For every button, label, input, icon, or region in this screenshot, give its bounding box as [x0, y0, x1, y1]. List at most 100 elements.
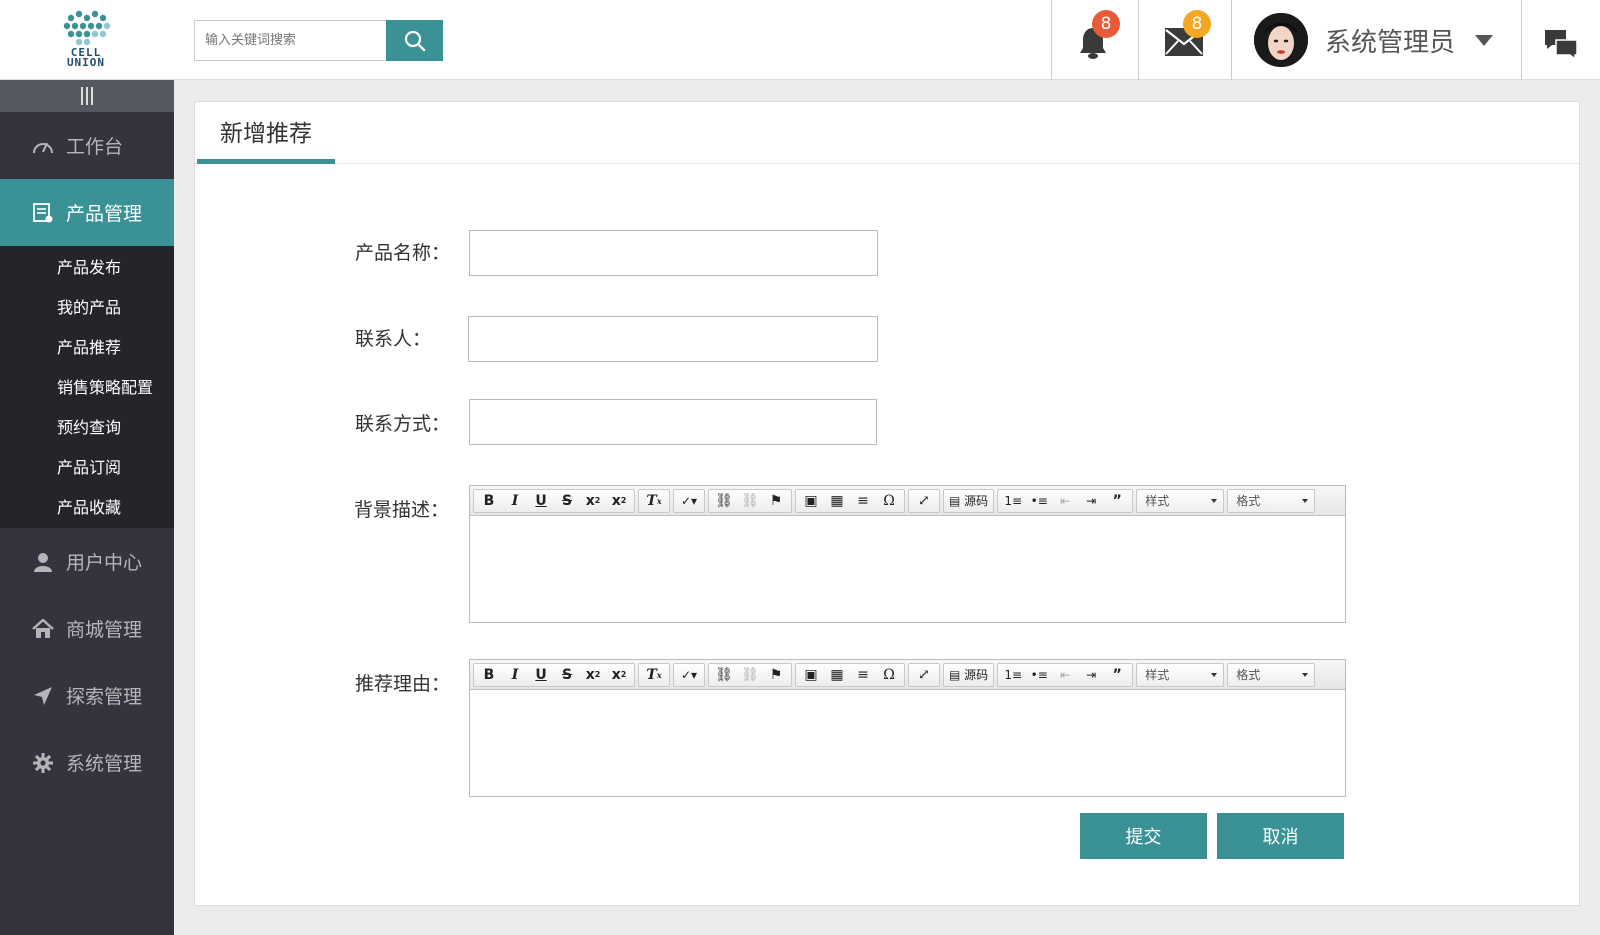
submenu-item-reservation-query[interactable]: 预约查询 [0, 408, 174, 448]
search-button[interactable] [386, 20, 443, 61]
submenu-item-product-favorites[interactable]: 产品收藏 [0, 488, 174, 528]
submenu-item-sales-strategy[interactable]: 销售策略配置 [0, 368, 174, 408]
user-avatar[interactable] [1254, 13, 1308, 67]
underline-icon[interactable]: U [528, 490, 554, 512]
indent-icon[interactable]: ⇥ [1078, 490, 1104, 512]
table-icon[interactable]: ▦ [824, 664, 850, 686]
sidebar-item-mall-management[interactable]: 商城管理 [0, 595, 174, 662]
notification-count-badge: 8 [1092, 10, 1120, 38]
product-submenu: 产品发布 我的产品 产品推荐 销售策略配置 预约查询 产品订阅 产品收藏 [0, 246, 174, 528]
bold-icon[interactable]: B [476, 490, 502, 512]
anchor-flag-icon[interactable]: ⚑ [763, 490, 789, 512]
image-icon[interactable]: ▣ [798, 490, 824, 512]
source-button[interactable]: ▤ 源码 [946, 490, 991, 512]
maximize-icon[interactable]: ⤢ [911, 490, 937, 512]
sidebar: 工作台 产品管理 产品发布 我的产品 产品推荐 销售策略配置 预约查询 产品订阅… [0, 80, 174, 935]
editor-toolbar: B I U S x2 x2 Tx ✓▾ ⛓ ⛓ ⚑ ▣ ▦ ≡ Ω ⤢ ▤ 源码 [470, 660, 1345, 690]
submenu-item-product-recommend[interactable]: 产品推荐 [0, 328, 174, 368]
superscript-icon[interactable]: x2 [606, 664, 632, 686]
table-icon[interactable]: ▦ [824, 490, 850, 512]
user-icon [32, 551, 54, 573]
background-description-editor: B I U S x2 x2 Tx ✓▾ ⛓ ⛓ ⚑ ▣ ▦ ≡ Ω ⤢ ▤ 源码 [469, 485, 1346, 623]
spellcheck-icon[interactable]: ✓▾ [676, 664, 702, 686]
unlink-icon[interactable]: ⛓ [737, 664, 763, 686]
recommend-reason-content[interactable] [470, 690, 1345, 796]
underline-icon[interactable]: U [528, 664, 554, 686]
strikethrough-icon[interactable]: S [554, 490, 580, 512]
cancel-button[interactable]: 取消 [1217, 813, 1344, 859]
style-select-label: 样式 [1145, 668, 1170, 682]
contact-input[interactable] [468, 316, 878, 362]
indent-icon[interactable]: ⇥ [1078, 664, 1104, 686]
product-list-icon [32, 202, 54, 224]
blockquote-icon[interactable]: ” [1104, 490, 1130, 512]
remove-format-icon[interactable]: Tx [641, 490, 667, 512]
horizontal-line-icon[interactable]: ≡ [850, 664, 876, 686]
product-name-input[interactable] [469, 230, 878, 276]
format-select[interactable]: 格式 [1227, 662, 1316, 687]
chevron-down-icon [1302, 498, 1309, 503]
outdent-icon[interactable]: ⇤ [1052, 490, 1078, 512]
sidebar-item-label: 系统管理 [66, 753, 143, 775]
logo-text-line2: UNION [66, 56, 106, 69]
horizontal-line-icon[interactable]: ≡ [850, 490, 876, 512]
chevron-down-icon [1302, 672, 1309, 677]
format-select-label: 格式 [1236, 668, 1261, 682]
maximize-icon[interactable]: ⤢ [911, 664, 937, 686]
home-icon [32, 618, 54, 640]
cell-union-logo[interactable]: CELL UNION [50, 8, 122, 74]
special-char-omega-icon[interactable]: Ω [876, 490, 902, 512]
username-label[interactable]: 系统管理员 [1325, 22, 1455, 59]
chevron-down-icon [1211, 672, 1218, 677]
sidebar-item-explore-management[interactable]: 探索管理 [0, 662, 174, 729]
background-description-content[interactable] [470, 516, 1345, 622]
style-select[interactable]: 样式 [1136, 662, 1225, 687]
unlink-icon[interactable]: ⛓ [737, 490, 763, 512]
outdent-icon[interactable]: ⇤ [1052, 664, 1078, 686]
search-input[interactable] [194, 20, 386, 61]
numbered-list-icon[interactable]: 1≡ [1000, 664, 1026, 686]
background-description-label: 背景描述： [354, 499, 450, 521]
anchor-flag-icon[interactable]: ⚑ [763, 664, 789, 686]
submenu-item-my-products[interactable]: 我的产品 [0, 288, 174, 328]
message-count-badge: 8 [1183, 10, 1211, 38]
bulleted-list-icon[interactable]: •≡ [1026, 664, 1052, 686]
sidebar-item-user-center[interactable]: 用户中心 [0, 528, 174, 595]
chevron-down-icon [1211, 498, 1218, 503]
sidebar-collapse-button[interactable] [0, 80, 174, 112]
superscript-icon[interactable]: x2 [606, 490, 632, 512]
image-icon[interactable]: ▣ [798, 664, 824, 686]
format-select[interactable]: 格式 [1227, 488, 1316, 513]
link-icon[interactable]: ⛓ [711, 490, 737, 512]
bulleted-list-icon[interactable]: •≡ [1026, 490, 1052, 512]
sidebar-item-workbench[interactable]: 工作台 [0, 112, 174, 179]
source-doc-icon: ▤ [949, 493, 961, 508]
link-icon[interactable]: ⛓ [711, 664, 737, 686]
special-char-omega-icon[interactable]: Ω [876, 664, 902, 686]
user-menu-chevron-down-icon[interactable] [1475, 35, 1493, 46]
numbered-list-icon[interactable]: 1≡ [1000, 490, 1026, 512]
italic-icon[interactable]: I [502, 490, 528, 512]
blockquote-icon[interactable]: ” [1104, 664, 1130, 686]
search-icon [404, 30, 425, 51]
style-select[interactable]: 样式 [1136, 488, 1225, 513]
submit-button[interactable]: 提交 [1080, 813, 1207, 859]
source-button[interactable]: ▤ 源码 [946, 664, 991, 686]
spellcheck-icon[interactable]: ✓▾ [676, 490, 702, 512]
gear-icon [32, 752, 54, 774]
submenu-item-product-publish[interactable]: 产品发布 [0, 248, 174, 288]
header-divider [1138, 0, 1139, 80]
strikethrough-icon[interactable]: S [554, 664, 580, 686]
sidebar-item-product-management[interactable]: 产品管理 [0, 179, 174, 246]
sidebar-item-system-management[interactable]: 系统管理 [0, 729, 174, 796]
chat-icon [1545, 30, 1578, 61]
subscript-icon[interactable]: x2 [580, 664, 606, 686]
contact-method-input[interactable] [469, 399, 877, 445]
submenu-item-product-subscription[interactable]: 产品订阅 [0, 448, 174, 488]
chat-button[interactable] [1544, 28, 1578, 64]
remove-format-icon[interactable]: Tx [641, 664, 667, 686]
bold-icon[interactable]: B [476, 664, 502, 686]
subscript-icon[interactable]: x2 [580, 490, 606, 512]
tab-new-recommendation[interactable]: 新增推荐 [197, 102, 335, 164]
italic-icon[interactable]: I [502, 664, 528, 686]
